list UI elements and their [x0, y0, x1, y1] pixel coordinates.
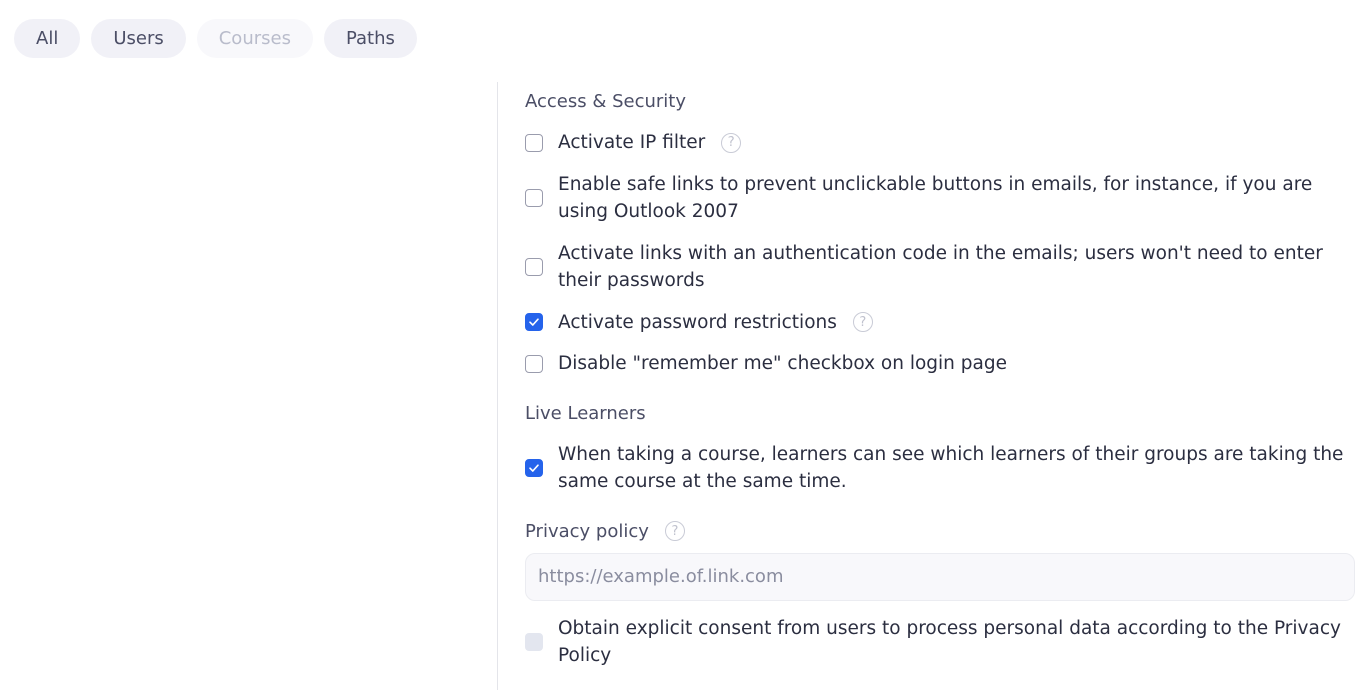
option-label: Activate IP filter — [558, 132, 706, 153]
privacy-policy-url-input[interactable] — [525, 552, 1355, 601]
password-restrictions-checkbox[interactable] — [525, 313, 543, 332]
help-icon[interactable]: ? — [852, 312, 873, 333]
help-icon[interactable]: ? — [721, 132, 742, 153]
ip-filter-checkbox[interactable] — [525, 133, 543, 152]
option-label: Activate password restrictions — [558, 311, 837, 333]
option-live-learners: When taking a course, learners can see w… — [525, 441, 1355, 496]
privacy-policy-label: Privacy policy — [525, 520, 649, 542]
option-label: Obtain explicit consent from users to pr… — [558, 617, 1341, 667]
option-label: Disable "remember me" checkbox on login … — [558, 353, 1007, 374]
tab-courses: Courses — [196, 19, 313, 58]
auth-code-links-checkbox[interactable] — [525, 258, 543, 276]
option-label: Enable safe links to prevent unclickable… — [558, 173, 1313, 223]
safe-links-checkbox[interactable] — [525, 189, 543, 207]
option-label: When taking a course, learners can see w… — [558, 443, 1344, 493]
live-learners-checkbox[interactable] — [525, 459, 543, 477]
option-password-restrictions: Activate password restrictions ? — [525, 309, 1355, 337]
option-privacy-consent: Obtain explicit consent from users to pr… — [525, 615, 1355, 670]
option-disable-remember-me: Disable "remember me" checkbox on login … — [525, 350, 1355, 378]
filter-tabs: All Users Courses Paths — [14, 19, 417, 58]
tab-all[interactable]: All — [14, 19, 81, 58]
help-icon[interactable]: ? — [664, 521, 685, 541]
privacy-consent-checkbox — [525, 633, 543, 651]
option-ip-filter: Activate IP filter ? — [525, 129, 1355, 157]
settings-panel: Access & Security Activate IP filter ? E… — [525, 88, 1355, 670]
checkmark-icon — [529, 318, 539, 327]
section-title-live-learners: Live Learners — [525, 402, 646, 424]
tab-paths[interactable]: Paths — [323, 19, 417, 58]
section-title-access-security: Access & Security — [525, 91, 687, 112]
option-safe-links: Enable safe links to prevent unclickable… — [525, 171, 1355, 226]
privacy-policy-label-row: Privacy policy ? — [525, 518, 1355, 545]
option-auth-code-links: Activate links with an authentication co… — [525, 240, 1355, 295]
tab-users[interactable]: Users — [91, 19, 186, 58]
vertical-divider — [497, 82, 498, 690]
option-label: Activate links with an authentication co… — [558, 242, 1323, 292]
disable-remember-me-checkbox[interactable] — [525, 354, 543, 373]
checkmark-icon — [529, 464, 539, 472]
